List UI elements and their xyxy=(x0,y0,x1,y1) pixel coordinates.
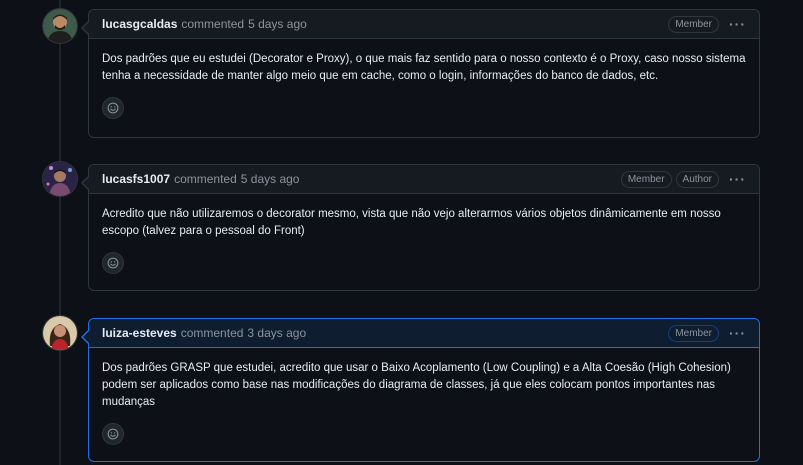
comment-header: lucasgcaldas commented 5 days ago Member… xyxy=(89,10,759,39)
timeline-line xyxy=(59,0,61,465)
comment-header: luiza-esteves commented 3 days ago Membe… xyxy=(89,319,759,348)
smiley-icon xyxy=(107,257,119,269)
member-badge: Member xyxy=(668,15,719,33)
author-link[interactable]: lucasfs1007 xyxy=(102,172,170,186)
kebab-horizontal-icon[interactable]: ··· xyxy=(729,17,746,31)
kebab-horizontal-icon[interactable]: ··· xyxy=(729,172,746,186)
add-reaction-button[interactable] xyxy=(102,97,124,119)
comment-body: Acredito que não utilizaremos o decorato… xyxy=(102,208,721,237)
timestamp-link[interactable]: 5 days ago xyxy=(241,172,300,186)
add-reaction-button[interactable] xyxy=(102,252,124,274)
add-reaction-button[interactable] xyxy=(102,423,124,445)
smiley-icon xyxy=(107,102,119,114)
avatar[interactable] xyxy=(43,316,77,350)
comment: lucasfs1007 commented 5 days ago Member … xyxy=(81,164,760,291)
author-link[interactable]: lucasgcaldas xyxy=(102,17,177,31)
comment-body: Dos padrões que eu estudei (Decorator e … xyxy=(102,53,746,82)
member-badge: Member xyxy=(668,324,719,342)
action-text: commented xyxy=(174,172,237,186)
comment-header: lucasfs1007 commented 5 days ago Member … xyxy=(89,165,759,194)
timestamp-link[interactable]: 3 days ago xyxy=(247,326,306,340)
timestamp-link[interactable]: 5 days ago xyxy=(248,17,307,31)
smiley-icon xyxy=(107,428,119,440)
author-badge: Author xyxy=(675,170,719,188)
member-badge: Member xyxy=(620,170,672,188)
avatar[interactable] xyxy=(43,9,77,43)
author-link[interactable]: luiza-esteves xyxy=(102,326,177,340)
comment-body: Dos padrões GRASP que estudei, acredito … xyxy=(102,362,731,408)
comment: lucasgcaldas commented 5 days ago Member… xyxy=(81,9,760,138)
user-avatar-icon xyxy=(43,162,77,196)
comment: luiza-esteves commented 3 days ago Membe… xyxy=(81,318,760,462)
user-avatar-icon xyxy=(43,316,77,350)
action-text: commented xyxy=(181,17,245,31)
avatar[interactable] xyxy=(43,162,77,196)
user-avatar-icon xyxy=(43,9,77,43)
action-text: commented xyxy=(180,326,244,340)
kebab-horizontal-icon[interactable]: ··· xyxy=(729,326,746,340)
